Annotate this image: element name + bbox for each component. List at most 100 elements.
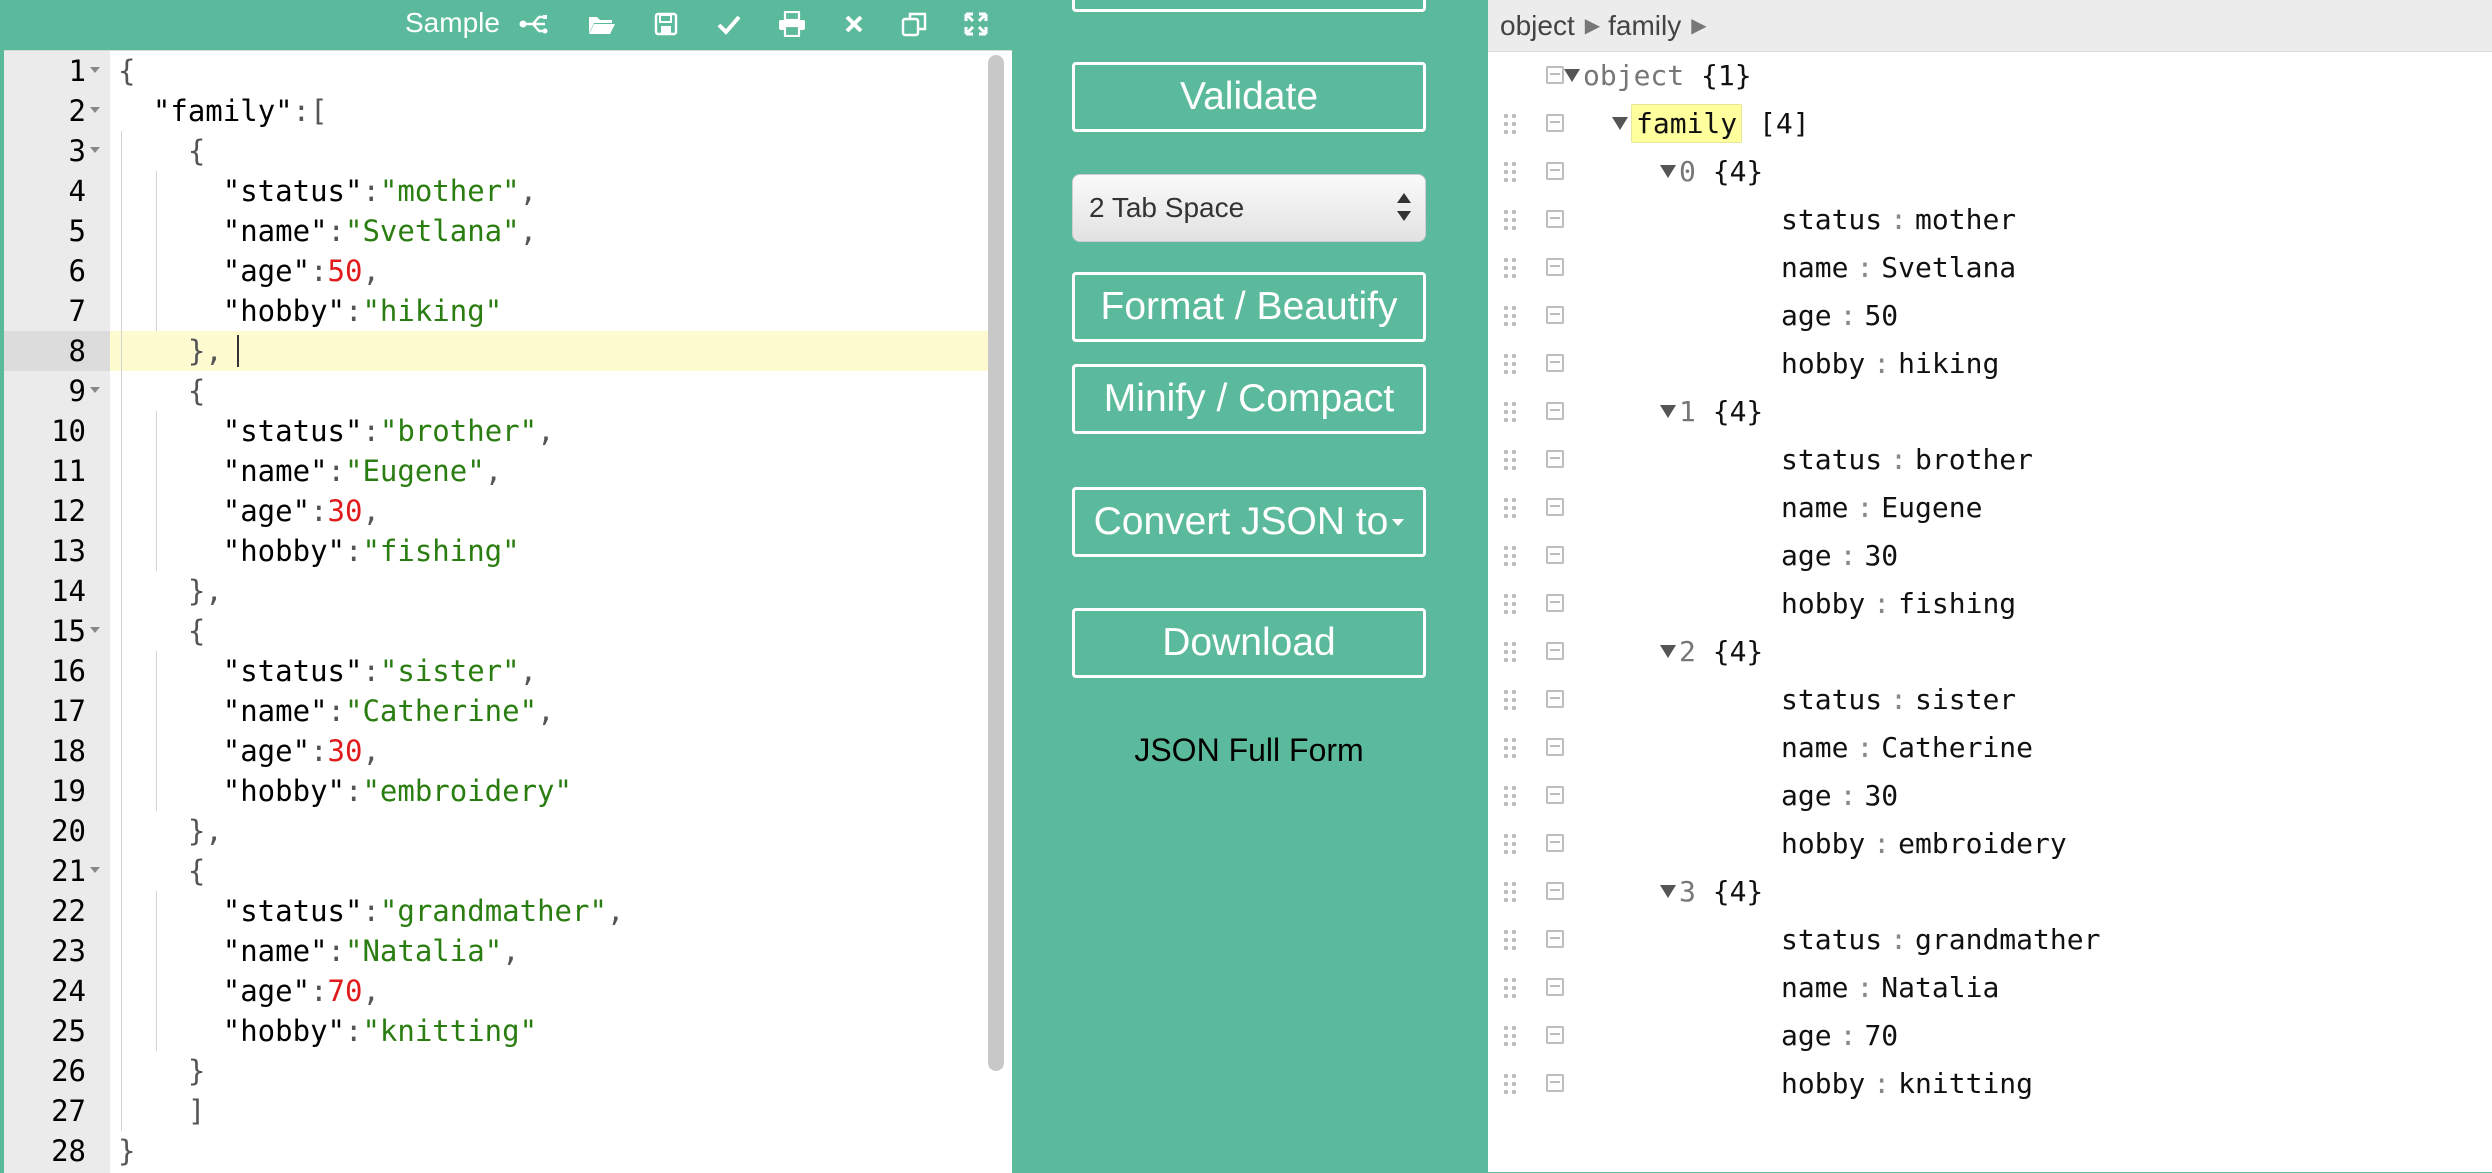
tree-row[interactable]: age:50 [1488,292,2492,340]
expand-toggle-icon[interactable] [1660,645,1676,658]
context-menu-icon[interactable] [1546,66,1564,84]
node-label-selected[interactable]: family [1631,104,1743,143]
field-key[interactable]: hobby [1781,827,1865,860]
field-key[interactable]: age [1781,299,1832,332]
field-key[interactable]: age [1781,779,1832,812]
context-menu-icon[interactable] [1546,306,1564,324]
drag-handle-icon[interactable] [1504,114,1520,136]
code-editor[interactable]: 1{ 2 "family":[ 3 { 4 "status":"mother",… [4,50,1012,1173]
share-icon[interactable] [518,8,550,40]
field-key[interactable]: name [1781,251,1848,284]
field-value[interactable]: 50 [1864,299,1898,332]
context-menu-icon[interactable] [1546,498,1564,516]
context-menu-icon[interactable] [1546,594,1564,612]
tree-row[interactable]: 2 {4} [1488,628,2492,676]
tree-row[interactable]: name: Eugene [1488,484,2492,532]
context-menu-icon[interactable] [1546,642,1564,660]
expand-toggle-icon[interactable] [1660,405,1676,418]
context-menu-icon[interactable] [1546,738,1564,756]
download-button[interactable]: Download [1072,608,1426,678]
editor-scrollbar[interactable] [988,55,1004,1071]
drag-handle-icon[interactable] [1504,882,1520,904]
tree-row[interactable]: age:70 [1488,1012,2492,1060]
tab-space-select[interactable]: 2 Tab Space [1072,174,1426,242]
context-menu-icon[interactable] [1546,450,1564,468]
field-value[interactable]: Svetlana [1881,251,2016,284]
drag-handle-icon[interactable] [1504,978,1520,1000]
field-key[interactable]: age [1781,1019,1832,1052]
context-menu-icon[interactable] [1546,1026,1564,1044]
expand-toggle-icon[interactable] [1564,69,1580,82]
fold-icon[interactable] [90,107,100,113]
expand-toggle-icon[interactable] [1660,885,1676,898]
minify-compact-button[interactable]: Minify / Compact [1072,364,1426,434]
drag-handle-icon[interactable] [1504,1026,1520,1048]
sample-button[interactable]: Sample [405,6,500,40]
print-icon[interactable] [776,8,808,40]
fold-icon[interactable] [90,867,100,873]
convert-json-button[interactable]: Convert JSON to [1072,487,1426,557]
context-menu-icon[interactable] [1546,786,1564,804]
field-value[interactable]: 30 [1864,539,1898,572]
context-menu-icon[interactable] [1546,546,1564,564]
tree-row[interactable]: name: Catherine [1488,724,2492,772]
drag-handle-icon[interactable] [1504,546,1520,568]
field-key[interactable]: age [1781,539,1832,572]
breadcrumb-item-family[interactable]: family [1608,10,1681,42]
tree-row[interactable]: 1 {4} [1488,388,2492,436]
context-menu-icon[interactable] [1546,402,1564,420]
drag-handle-icon[interactable] [1504,834,1520,856]
context-menu-icon[interactable] [1546,1074,1564,1092]
copy-icon[interactable] [898,8,930,40]
fold-icon[interactable] [90,147,100,153]
format-beautify-button[interactable]: Format / Beautify [1072,272,1426,342]
tree-row[interactable]: hobby: hiking [1488,340,2492,388]
fold-icon[interactable] [90,387,100,393]
field-value[interactable]: Natalia [1881,971,1999,1004]
tree-row[interactable]: 0 {4} [1488,148,2492,196]
context-menu-icon[interactable] [1546,210,1564,228]
drag-handle-icon[interactable] [1504,258,1520,280]
field-value[interactable]: 30 [1864,779,1898,812]
field-key[interactable]: status [1781,203,1882,236]
field-value[interactable]: grandmather [1915,923,2100,956]
field-key[interactable]: hobby [1781,1067,1865,1100]
tree-row[interactable]: status: brother [1488,436,2492,484]
drag-handle-icon[interactable] [1504,738,1520,760]
drag-handle-icon[interactable] [1504,786,1520,808]
save-icon[interactable] [650,8,682,40]
tree-row[interactable]: status: grandmather [1488,916,2492,964]
field-value[interactable]: Catherine [1881,731,2033,764]
field-key[interactable]: name [1781,491,1848,524]
field-value[interactable]: sister [1915,683,2016,716]
tree-row[interactable]: age:30 [1488,772,2492,820]
tree-row[interactable]: hobby: embroidery [1488,820,2492,868]
tree-row[interactable]: 3 {4} [1488,868,2492,916]
context-menu-icon[interactable] [1546,834,1564,852]
field-value[interactable]: fishing [1898,587,2016,620]
context-menu-icon[interactable] [1546,114,1564,132]
field-key[interactable]: hobby [1781,347,1865,380]
tree-row[interactable]: hobby: knitting [1488,1060,2492,1108]
drag-handle-icon[interactable] [1504,210,1520,232]
field-key[interactable]: hobby [1781,587,1865,620]
context-menu-icon[interactable] [1546,930,1564,948]
expand-toggle-icon[interactable] [1612,117,1628,130]
field-value[interactable]: Eugene [1881,491,1982,524]
context-menu-icon[interactable] [1546,690,1564,708]
context-menu-icon[interactable] [1546,162,1564,180]
drag-handle-icon[interactable] [1504,162,1520,184]
drag-handle-icon[interactable] [1504,1074,1520,1096]
field-value[interactable]: knitting [1898,1067,2033,1100]
tree-row[interactable]: name: Svetlana [1488,244,2492,292]
drag-handle-icon[interactable] [1504,402,1520,424]
fullscreen-icon[interactable] [960,8,992,40]
drag-handle-icon[interactable] [1504,930,1520,952]
field-key[interactable]: status [1781,923,1882,956]
tree-row[interactable]: family [4] [1488,100,2492,148]
fold-icon[interactable] [90,67,100,73]
context-menu-icon[interactable] [1546,258,1564,276]
field-key[interactable]: status [1781,683,1882,716]
open-folder-icon[interactable] [586,8,618,40]
tree-row[interactable]: object {1} [1488,52,2492,100]
